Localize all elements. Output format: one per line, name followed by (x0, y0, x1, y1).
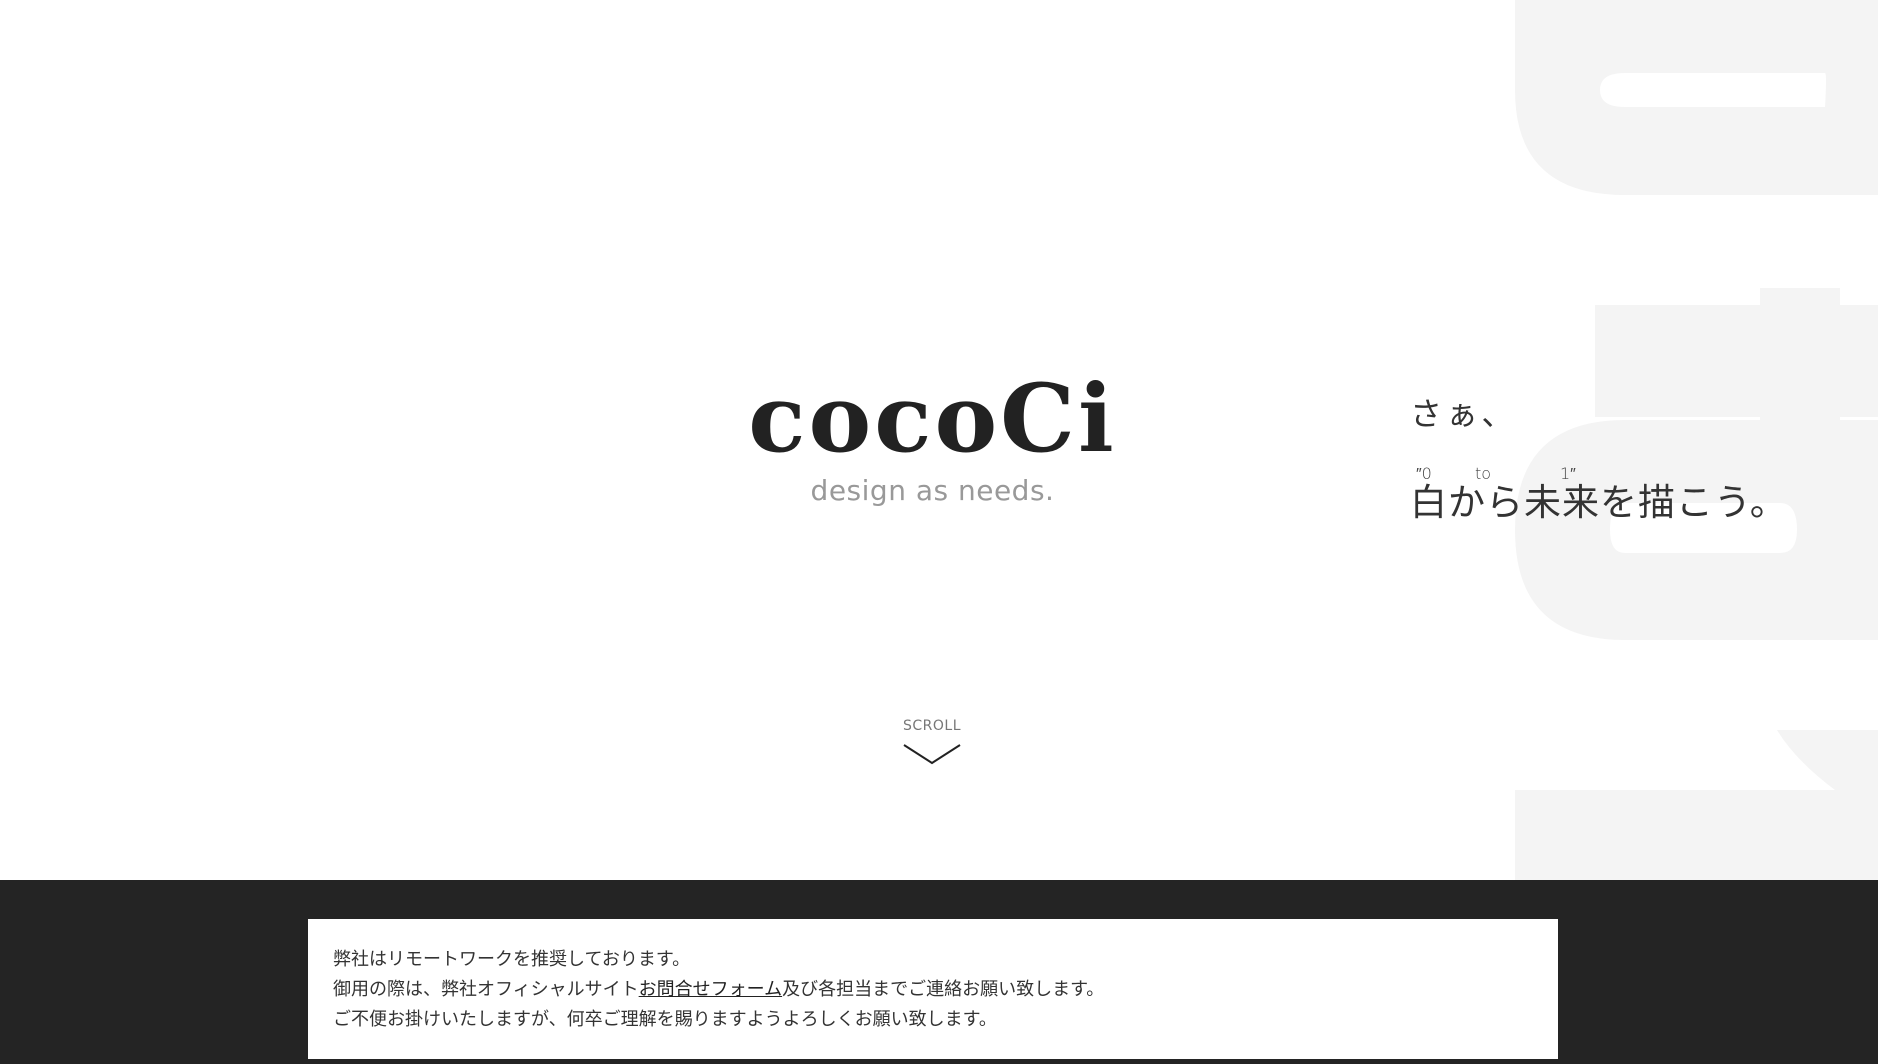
notice-line-2-prefix: 御用の際は、弊社オフィシャルサイト (333, 979, 639, 1000)
notice-line-2-suffix: 及び各担当までご連絡お願い致します。 (782, 979, 1105, 1000)
background-0-to-1-graphic (1515, 0, 1878, 880)
page: cocoCi design as needs. さぁ、 ″0 to 1″ 白から… (0, 0, 1878, 1064)
notice-line-2: 御用の際は、弊社オフィシャルサイトお問合せフォーム及び各担当までご連絡お願い致し… (333, 975, 1533, 1005)
contact-form-link[interactable]: お問合せフォーム (639, 979, 782, 1000)
scroll-indicator[interactable]: SCROLL (882, 718, 982, 766)
copy-line-1: さぁ、 (1410, 395, 1518, 433)
deco-t-stem (1595, 305, 1878, 417)
notice-line-3: ご不便お掛けいたしますが、何卒ご理解を賜りますようよろしくお願い致します。 (333, 1009, 997, 1030)
scroll-label: SCROLL (902, 718, 961, 734)
deco-o (1515, 420, 1878, 640)
chevron-down-icon (903, 744, 961, 765)
deco-one (1515, 730, 1878, 880)
deco-t-bar (1760, 288, 1840, 420)
copy-line-2: 白から未来を描こう。 (1410, 481, 1788, 524)
notice-line-1: 弊社はリモートワークを推奨しております。 (333, 949, 691, 970)
remote-work-notice: 弊社はリモートワークを推奨しております。 御用の際は、弊社オフィシャルサイトお問… (308, 919, 1558, 1059)
deco-zero (1515, 0, 1878, 195)
tagline: design as needs. (810, 474, 1055, 507)
copy-line-2-block: ″0 to 1″ 白から未来を描こう。 (1410, 464, 1787, 534)
logo-block: cocoCi design as needs. (700, 372, 1165, 507)
background-0-to-1-svg (1515, 0, 1878, 880)
hero-copy: さぁ、 ″0 to 1″ 白から未来を描こう。 (1410, 395, 1787, 534)
logo-text: cocoCi (748, 364, 1117, 474)
